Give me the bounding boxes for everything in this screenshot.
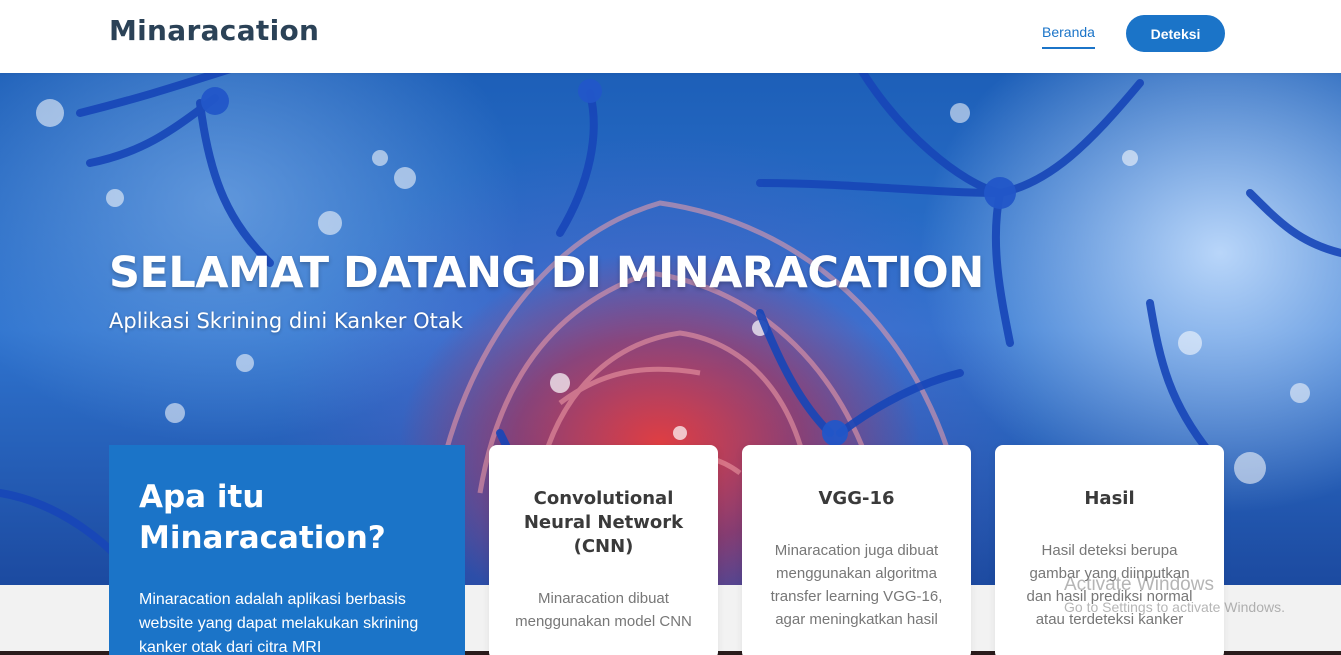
site-logo[interactable]: Minaracation xyxy=(109,14,319,47)
about-card: Apa itu Minaracation? Minaracation adala… xyxy=(109,445,465,655)
about-title: Apa itu Minaracation? xyxy=(139,479,386,556)
hero-title: SELAMAT DATANG DI MINARACATION xyxy=(109,248,984,298)
feature-card-vgg16: VGG-16 Minaracation juga dibuat mengguna… xyxy=(742,445,971,655)
feature-card-title: Convolutional Neural Network (CNN) xyxy=(523,488,684,557)
about-text: Minaracation adalah aplikasi berbasis we… xyxy=(139,591,419,655)
windows-activation-title: Activate Windows xyxy=(1064,574,1214,595)
nav-link-beranda[interactable]: Beranda xyxy=(1042,24,1095,49)
windows-activation-subtitle: Go to Settings to activate Windows. xyxy=(1064,599,1285,615)
feature-card-title: Hasil xyxy=(1084,488,1135,509)
feature-card-cnn: Convolutional Neural Network (CNN) Minar… xyxy=(489,445,718,655)
feature-card-text: Minaracation juga dibuat menggunakan alg… xyxy=(770,542,943,628)
deteksi-button[interactable]: Deteksi xyxy=(1126,15,1225,52)
hero-subtitle: Aplikasi Skrining dini Kanker Otak xyxy=(109,309,463,333)
feature-card-text: Minaracation dibuat menggunakan model CN… xyxy=(515,590,692,630)
site-header: Minaracation Beranda Deteksi xyxy=(0,0,1341,73)
feature-card-hasil: Hasil Hasil deteksi berupa gambar yang d… xyxy=(995,445,1224,655)
feature-card-title: VGG-16 xyxy=(818,488,895,509)
